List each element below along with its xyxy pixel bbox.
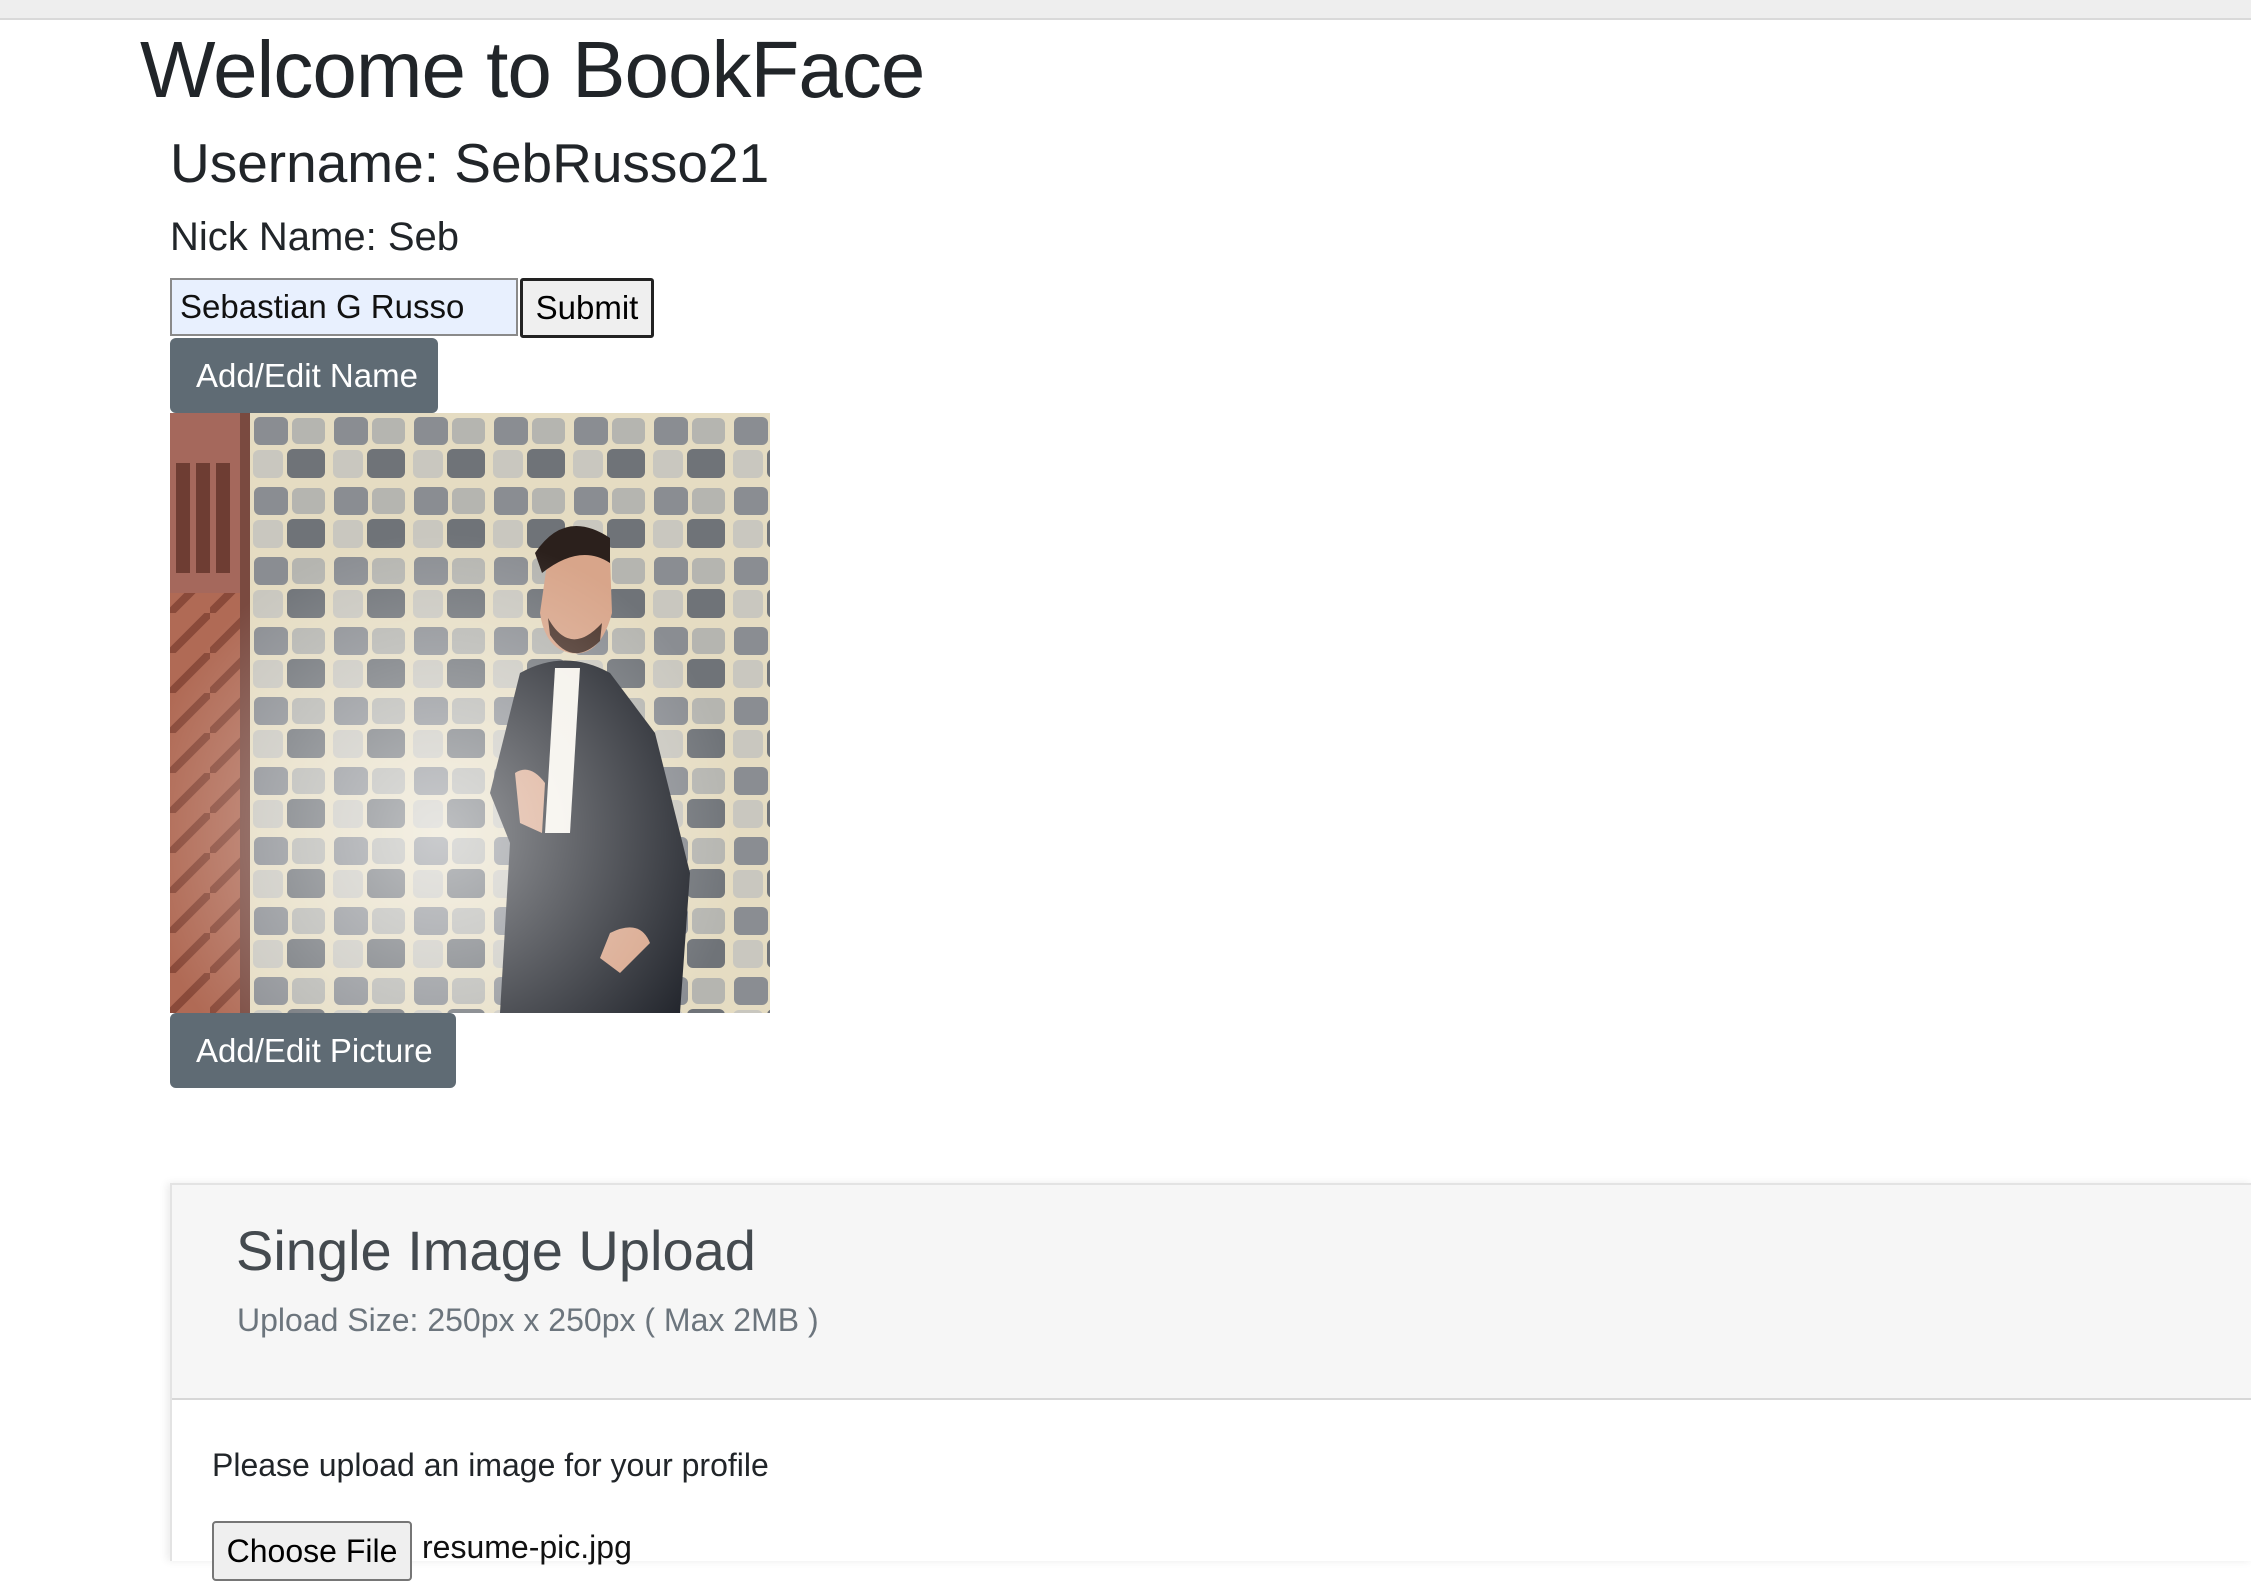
upload-prompt: Please upload an image for your profile — [212, 1447, 769, 1483]
upload-card: Single Image Upload Upload Size: 250px x… — [170, 1183, 2251, 1581]
upload-title: Single Image Upload — [236, 1219, 756, 1282]
submit-button[interactable]: Submit — [520, 278, 654, 338]
add-edit-name-button[interactable]: Add/Edit Name — [170, 338, 438, 413]
profile-photo — [170, 413, 770, 1013]
choose-file-button[interactable]: Choose File — [212, 1521, 412, 1581]
username-heading: Username: SebRusso21 — [170, 132, 770, 194]
upload-size-hint: Upload Size: 250px x 250px ( Max 2MB ) — [237, 1302, 819, 1338]
add-edit-picture-button[interactable]: Add/Edit Picture — [170, 1013, 456, 1088]
name-input[interactable] — [170, 278, 518, 336]
selected-file-name: resume-pic.jpg — [422, 1529, 632, 1565]
page-title: Welcome to BookFace — [140, 25, 925, 114]
upload-card-header: Single Image Upload Upload Size: 250px x… — [172, 1185, 2251, 1400]
nickname-heading: Nick Name: Seb — [170, 215, 459, 259]
browser-top-bar — [0, 0, 2251, 20]
